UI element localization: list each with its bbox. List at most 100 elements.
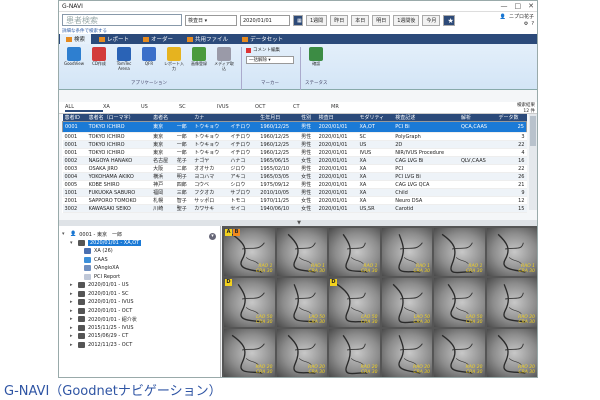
tab-dataset[interactable]: データセット bbox=[236, 34, 289, 44]
angiogram-thumbnail[interactable]: D LAO 50 CRA 30 bbox=[329, 278, 380, 327]
table-row[interactable]: 0005 KOBE SHIRO 神戸 四郎 コウベ シロウ 1975/09/12 男性 2020… bbox=[62, 180, 527, 189]
angiogram-thumbnail[interactable]: D LAO 50 CRA 30 bbox=[224, 278, 275, 327]
favorite-star-icon[interactable]: ★ bbox=[443, 14, 456, 26]
column-header[interactable]: 患者名 bbox=[151, 114, 175, 122]
filter-tab-us[interactable]: US bbox=[141, 104, 179, 112]
tree-study-item[interactable]: ▸ 2020/01/01 - OCT bbox=[62, 307, 217, 316]
angiogram-thumbnail[interactable]: RAO 20 CRA 30 bbox=[486, 328, 537, 377]
calendar-icon[interactable]: ▦ bbox=[293, 14, 303, 26]
yesterday-button[interactable]: 昨日 bbox=[330, 14, 349, 26]
angiogram-thumbnail[interactable]: RAO 20 CRA 30 bbox=[381, 328, 432, 377]
help-icon[interactable]: ? bbox=[531, 21, 534, 27]
filter-tab-mr[interactable]: MR bbox=[331, 104, 369, 112]
app-tool-2-button[interactable]: TomTec Arena bbox=[113, 47, 135, 79]
tree-child-item[interactable]: QAngioXA bbox=[62, 264, 217, 273]
app-tool-0-button[interactable]: GoodView bbox=[63, 47, 85, 79]
expand-icon[interactable]: ▸ bbox=[70, 291, 75, 297]
filter-tab-sc[interactable]: SC bbox=[179, 104, 217, 112]
expand-icon[interactable]: ▸ bbox=[70, 325, 75, 331]
filter-tab-xa[interactable]: XA bbox=[103, 104, 141, 112]
tree-study-item[interactable]: ▸ 2015/11/25 - IVUS bbox=[62, 324, 217, 333]
this-month-button[interactable]: 今月 bbox=[422, 14, 441, 26]
tree-child-item[interactable]: PCI Report bbox=[62, 273, 217, 282]
expand-icon[interactable]: ▸ bbox=[70, 342, 75, 348]
expand-icon[interactable]: ▸ bbox=[70, 282, 75, 288]
filter-tab-ivus[interactable]: IVUS bbox=[217, 104, 255, 112]
gear-icon[interactable]: ⚙ bbox=[524, 21, 528, 27]
table-row[interactable]: 0001 TOKYO ICHIRO 東京 一郎 トウキョウ イチロウ 1960/12/25 男… bbox=[62, 121, 527, 133]
table-row[interactable]: 3002 KAWASAKI SEIKO 川崎 聖子 カワサキ セイコ 1940/06/10 女… bbox=[62, 204, 527, 213]
expand-icon[interactable]: ▸ bbox=[70, 299, 75, 305]
tab-report[interactable]: レポート bbox=[93, 34, 135, 44]
angiogram-thumbnail[interactable]: LAO 50 CRA 30 bbox=[381, 278, 432, 327]
expand-icon[interactable]: ▸ bbox=[70, 333, 75, 339]
tree-study-item[interactable]: ▸ 2020/01/01 - SC bbox=[62, 290, 217, 299]
user-name[interactable]: ニプロ花子 bbox=[509, 13, 534, 20]
filter-tab-oct[interactable]: OCT bbox=[255, 104, 293, 112]
angiogram-thumbnail[interactable]: A B RAO 1 CRA 30 bbox=[224, 228, 275, 277]
comment-edit-button[interactable]: コメント編集 bbox=[246, 47, 294, 53]
table-row[interactable]: 0003 OSAKA JIRO 大阪 二郎 オオサカ ジロウ 1955/02/10 男性 202… bbox=[62, 164, 527, 173]
range-week-button[interactable]: 1週間 bbox=[306, 14, 328, 26]
table-row[interactable]: 1001 FUKUOKA SABURO 福岡 三郎 フクオカ サブロウ 2010/10/05… bbox=[62, 188, 527, 197]
column-header[interactable]: データ数 bbox=[496, 114, 527, 122]
angiogram-thumbnail[interactable]: RAO 20 CRA 30 bbox=[434, 328, 485, 377]
minimize-icon[interactable]: — bbox=[501, 2, 508, 10]
column-header[interactable]: 患者名（ローマ字） bbox=[86, 114, 152, 122]
tree-study-item[interactable]: ▸ 2020/01/01 - 紹介状 bbox=[62, 315, 217, 324]
app-tool-3-button[interactable]: QFR bbox=[138, 47, 160, 79]
filter-tab-all[interactable]: ALL bbox=[65, 104, 103, 112]
table-scrollbar[interactable] bbox=[529, 114, 537, 210]
tree-study-item[interactable]: ▸ 2015/06/29 - CT bbox=[62, 332, 217, 341]
tree-study-item[interactable]: ▸ 2020/01/01 - US bbox=[62, 281, 217, 290]
table-row[interactable]: 0004 YOKOHAMA AKIKO 横浜 明子 ヨコハマ アキコ 1965/03/05 女… bbox=[62, 172, 527, 181]
angiogram-thumbnail[interactable]: RAO 20 CRA 30 bbox=[329, 328, 380, 377]
date-field-select[interactable]: 検査日 ▾ bbox=[185, 14, 237, 26]
table-row[interactable]: 0001 TOKYO ICHIRO 東京 一郎 トウキョウ イチロウ 1960/12/25 男… bbox=[62, 148, 527, 157]
table-row[interactable]: 0001 TOKYO ICHIRO 東京 一郎 トウキョウ イチロウ 1960/12/25 男… bbox=[62, 132, 527, 141]
tree-study-item[interactable]: ▸ 2012/11/23 - OCT bbox=[62, 341, 217, 350]
angiogram-thumbnail[interactable]: RAO 20 CRA 30 bbox=[224, 328, 275, 377]
tomorrow-button[interactable]: 明日 bbox=[372, 14, 391, 26]
marker-clear-select[interactable]: 一括解除 ▾ bbox=[246, 56, 294, 64]
column-header[interactable]: 患者ID bbox=[62, 114, 87, 122]
confirm-button[interactable]: 確認 bbox=[305, 47, 327, 79]
filter-tab-ct[interactable]: CT bbox=[293, 104, 331, 112]
angiogram-thumbnail[interactable]: LAO 50 CRA 30 bbox=[276, 278, 327, 327]
column-header[interactable]: 性別 bbox=[299, 114, 317, 122]
tree-root-patient[interactable]: ▾ 👤 0001 - 東京 一郎 bbox=[62, 230, 217, 239]
tree-collapse-icon[interactable]: ▾ bbox=[209, 233, 216, 240]
angiogram-thumbnail[interactable]: RAO 1 CRA 30 bbox=[329, 228, 380, 277]
tree-study-item[interactable]: ▸ 2020/01/01 - IVUS bbox=[62, 298, 217, 307]
angiogram-thumbnail[interactable]: RAO 1 CRA 30 bbox=[381, 228, 432, 277]
angiogram-thumbnail[interactable]: LAO 50 CRA 30 bbox=[434, 278, 485, 327]
app-tool-1-button[interactable]: CD作成 bbox=[88, 47, 110, 79]
expand-icon[interactable]: ▸ bbox=[70, 316, 75, 322]
collapse-icon[interactable]: ▾ bbox=[70, 240, 75, 246]
column-header[interactable] bbox=[228, 114, 259, 122]
table-row[interactable]: 0002 NAGOYA HANAKO 名古屋 花子 ナゴヤ ハナコ 1965/06/15 女性… bbox=[62, 156, 527, 165]
app-tool-6-button[interactable]: メディア取込 bbox=[213, 47, 235, 79]
angiogram-thumbnail[interactable]: RAO 20 CRA 30 bbox=[486, 278, 537, 327]
tab-search[interactable]: 検索 bbox=[60, 34, 92, 44]
week-later-button[interactable]: 1週間後 bbox=[393, 14, 420, 26]
column-header[interactable]: 検査日 bbox=[316, 114, 358, 122]
tree-child-item[interactable]: CAAS bbox=[62, 256, 217, 265]
today-button[interactable]: 本日 bbox=[351, 14, 370, 26]
table-row[interactable]: 0001 TOKYO ICHIRO 東京 一郎 トウキョウ イチロウ 1960/12/25 男… bbox=[62, 140, 527, 149]
column-header[interactable]: 生年月日 bbox=[258, 114, 300, 122]
table-row[interactable]: 2001 SAPPORO TOMOKO 札幌 智子 サッポロ トモコ 1970/11/25 女… bbox=[62, 196, 527, 205]
close-icon[interactable]: ✕ bbox=[528, 2, 534, 10]
app-tool-4-button[interactable]: レポート入力 bbox=[163, 47, 185, 79]
column-header[interactable] bbox=[174, 114, 193, 122]
column-header[interactable]: 解析 bbox=[459, 114, 497, 122]
collapse-icon[interactable]: ▾ bbox=[62, 231, 67, 237]
tab-shared-files[interactable]: 共用ファイル bbox=[181, 34, 234, 44]
column-header[interactable]: モダリティ bbox=[357, 114, 394, 122]
column-header[interactable]: 検査記述 bbox=[393, 114, 459, 122]
angiogram-thumbnail[interactable]: RAO 1 CRA 30 bbox=[486, 228, 537, 277]
tab-order[interactable]: オーダー bbox=[137, 34, 179, 44]
app-tool-5-button[interactable]: 画像登録 bbox=[188, 47, 210, 79]
patient-search-input[interactable]: 患者検索 bbox=[62, 14, 182, 26]
column-header[interactable]: カナ bbox=[192, 114, 229, 122]
